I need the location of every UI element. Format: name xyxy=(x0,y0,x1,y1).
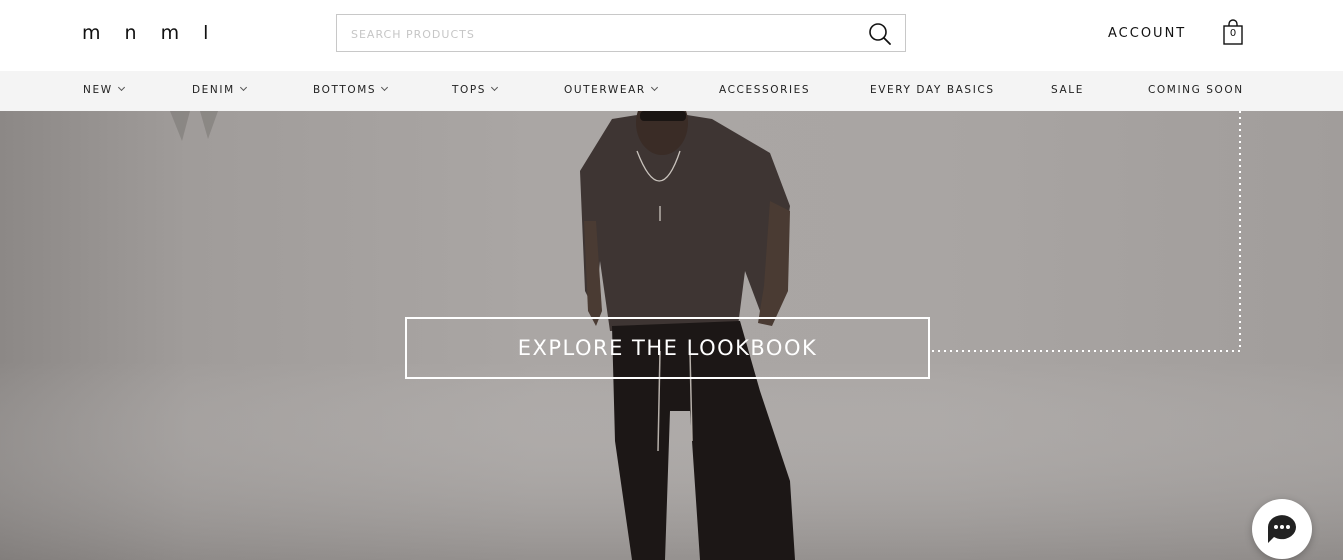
chat-button[interactable] xyxy=(1252,499,1312,559)
explore-lookbook-button[interactable]: EXPLORE THE LOOKBOOK xyxy=(405,317,930,379)
cart-button[interactable]: 0 xyxy=(1221,18,1245,46)
page: m n m l ACCOUNT 0 NEW DENIM xyxy=(0,0,1343,560)
nav-item-label: ACCESSORIES xyxy=(719,84,811,96)
cart-count: 0 xyxy=(1229,28,1237,39)
search-button[interactable] xyxy=(867,21,893,47)
site-logo[interactable]: m n m l xyxy=(82,22,217,44)
site-header: m n m l ACCOUNT 0 xyxy=(0,0,1343,71)
nav-item-coming-soon[interactable]: COMING SOON xyxy=(1148,84,1244,100)
nav-item-label: NEW xyxy=(83,84,113,96)
nav-item-tops[interactable]: TOPS xyxy=(452,83,499,100)
chat-icon xyxy=(1268,515,1296,543)
chevron-down-icon xyxy=(117,83,125,92)
nav-item-label: COMING SOON xyxy=(1148,84,1244,96)
account-link[interactable]: ACCOUNT xyxy=(1108,26,1186,41)
nav-item-bottoms[interactable]: BOTTOMS xyxy=(313,83,389,100)
nav-item-new[interactable]: NEW xyxy=(83,83,125,100)
chevron-down-icon xyxy=(491,83,499,92)
nav-item-sale[interactable]: SALE xyxy=(1051,84,1084,100)
nav-item-outerwear[interactable]: OUTERWEAR xyxy=(564,83,658,100)
search-input[interactable] xyxy=(351,24,851,44)
nav-item-label: DENIM xyxy=(192,84,235,96)
nav-item-label: TOPS xyxy=(452,84,487,96)
main-nav: NEW DENIM BOTTOMS TOPS OUTERWEAR ACCESSO… xyxy=(0,71,1343,111)
nav-item-label: BOTTOMS xyxy=(313,84,377,96)
nav-item-accessories[interactable]: ACCESSORIES xyxy=(719,84,810,100)
chevron-down-icon xyxy=(239,83,247,92)
search-bar xyxy=(336,14,906,52)
nav-item-label: SALE xyxy=(1051,84,1084,96)
nav-item-every-day-basics[interactable]: EVERY DAY BASICS xyxy=(870,84,995,100)
chevron-down-icon xyxy=(381,83,389,92)
hero-banner[interactable]: EXPLORE THE LOOKBOOK xyxy=(0,111,1343,560)
search-icon xyxy=(869,23,891,45)
nav-item-label: EVERY DAY BASICS xyxy=(870,84,995,96)
chevron-down-icon xyxy=(650,83,658,92)
nav-item-label: OUTERWEAR xyxy=(564,84,646,96)
nav-item-denim[interactable]: DENIM xyxy=(192,83,247,100)
